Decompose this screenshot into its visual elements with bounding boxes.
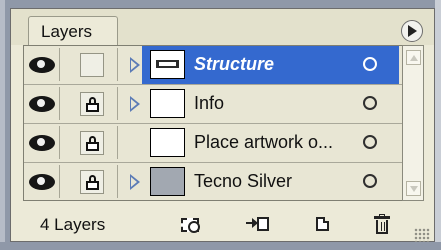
layers-list: Structure Info Place artwork o... Tecno … <box>23 45 403 201</box>
layer-name[interactable]: Info <box>194 93 354 115</box>
visibility-toggle[interactable] <box>24 126 60 159</box>
window-frame-right <box>435 0 441 250</box>
new-sublayer-icon <box>257 217 269 231</box>
window-frame-left <box>0 0 5 250</box>
chevron-up-icon <box>410 55 418 61</box>
eye-icon <box>29 57 55 73</box>
arrow-right-icon <box>246 218 258 228</box>
create-new-layer-button[interactable] <box>312 214 336 234</box>
target-circle-icon[interactable] <box>363 96 377 110</box>
window-frame-bottom <box>0 242 441 250</box>
lock-toggle[interactable] <box>60 48 118 81</box>
layer-row-tecno-silver[interactable]: Tecno Silver <box>24 163 402 202</box>
eye-icon <box>29 174 55 190</box>
trash-lid-icon <box>374 216 390 219</box>
visibility-toggle[interactable] <box>24 165 60 198</box>
create-new-sublayer-button[interactable] <box>246 214 270 234</box>
vertical-scrollbar[interactable] <box>402 45 424 201</box>
lock-icon <box>86 175 99 190</box>
panel-tab-bar: Layers <box>11 9 434 45</box>
target-circle-icon[interactable] <box>363 57 377 71</box>
trash-icon <box>376 220 388 234</box>
layer-thumbnail <box>150 50 185 79</box>
lock-icon <box>86 97 99 112</box>
layer-name[interactable]: Tecno Silver <box>194 171 354 193</box>
expand-triangle-icon[interactable] <box>130 96 140 112</box>
panel-menu-icon[interactable] <box>401 20 423 42</box>
lock-toggle[interactable] <box>60 165 118 198</box>
target-circle-icon[interactable] <box>363 174 377 188</box>
lock-icon <box>86 136 99 151</box>
layers-panel: Layers Structure Info Place artwork o...… <box>10 8 435 242</box>
scroll-down-button[interactable] <box>406 181 421 196</box>
layer-thumbnail <box>150 167 185 196</box>
expand-triangle-icon[interactable] <box>130 174 140 190</box>
expand-triangle-icon[interactable] <box>130 57 140 73</box>
layer-row-structure[interactable]: Structure <box>24 46 402 85</box>
layer-row-place-artwork[interactable]: Place artwork o... <box>24 124 402 163</box>
layer-name[interactable]: Place artwork o... <box>194 132 354 154</box>
triangle-right-icon <box>408 25 417 37</box>
structure-thumbnail-icon <box>156 60 179 68</box>
empty-lock-box <box>80 53 104 77</box>
scroll-up-button[interactable] <box>406 50 421 65</box>
make-clipping-mask-button[interactable] <box>179 214 203 234</box>
chevron-down-icon <box>410 186 418 192</box>
layer-thumbnail <box>150 128 185 157</box>
lock-box <box>80 131 104 155</box>
visibility-toggle[interactable] <box>24 87 60 120</box>
delete-layer-button[interactable] <box>371 214 395 234</box>
lock-toggle[interactable] <box>60 126 118 159</box>
mask-circle-icon <box>188 221 200 233</box>
panel-footer: 4 Layers <box>11 203 434 241</box>
lock-toggle[interactable] <box>60 87 118 120</box>
eye-icon <box>29 135 55 151</box>
lock-box <box>80 92 104 116</box>
target-circle-icon[interactable] <box>363 135 377 149</box>
visibility-toggle[interactable] <box>24 48 60 81</box>
tab-label: Layers <box>41 22 93 41</box>
tab-layers[interactable]: Layers <box>28 16 118 45</box>
eye-icon <box>29 96 55 112</box>
resize-grip-icon[interactable] <box>414 228 430 242</box>
layer-thumbnail <box>150 89 185 118</box>
lock-box <box>80 170 104 194</box>
layer-row-info[interactable]: Info <box>24 85 402 124</box>
layer-name[interactable]: Structure <box>194 54 354 76</box>
page-fold-icon <box>323 217 329 223</box>
layer-count: 4 Layers <box>40 215 106 234</box>
